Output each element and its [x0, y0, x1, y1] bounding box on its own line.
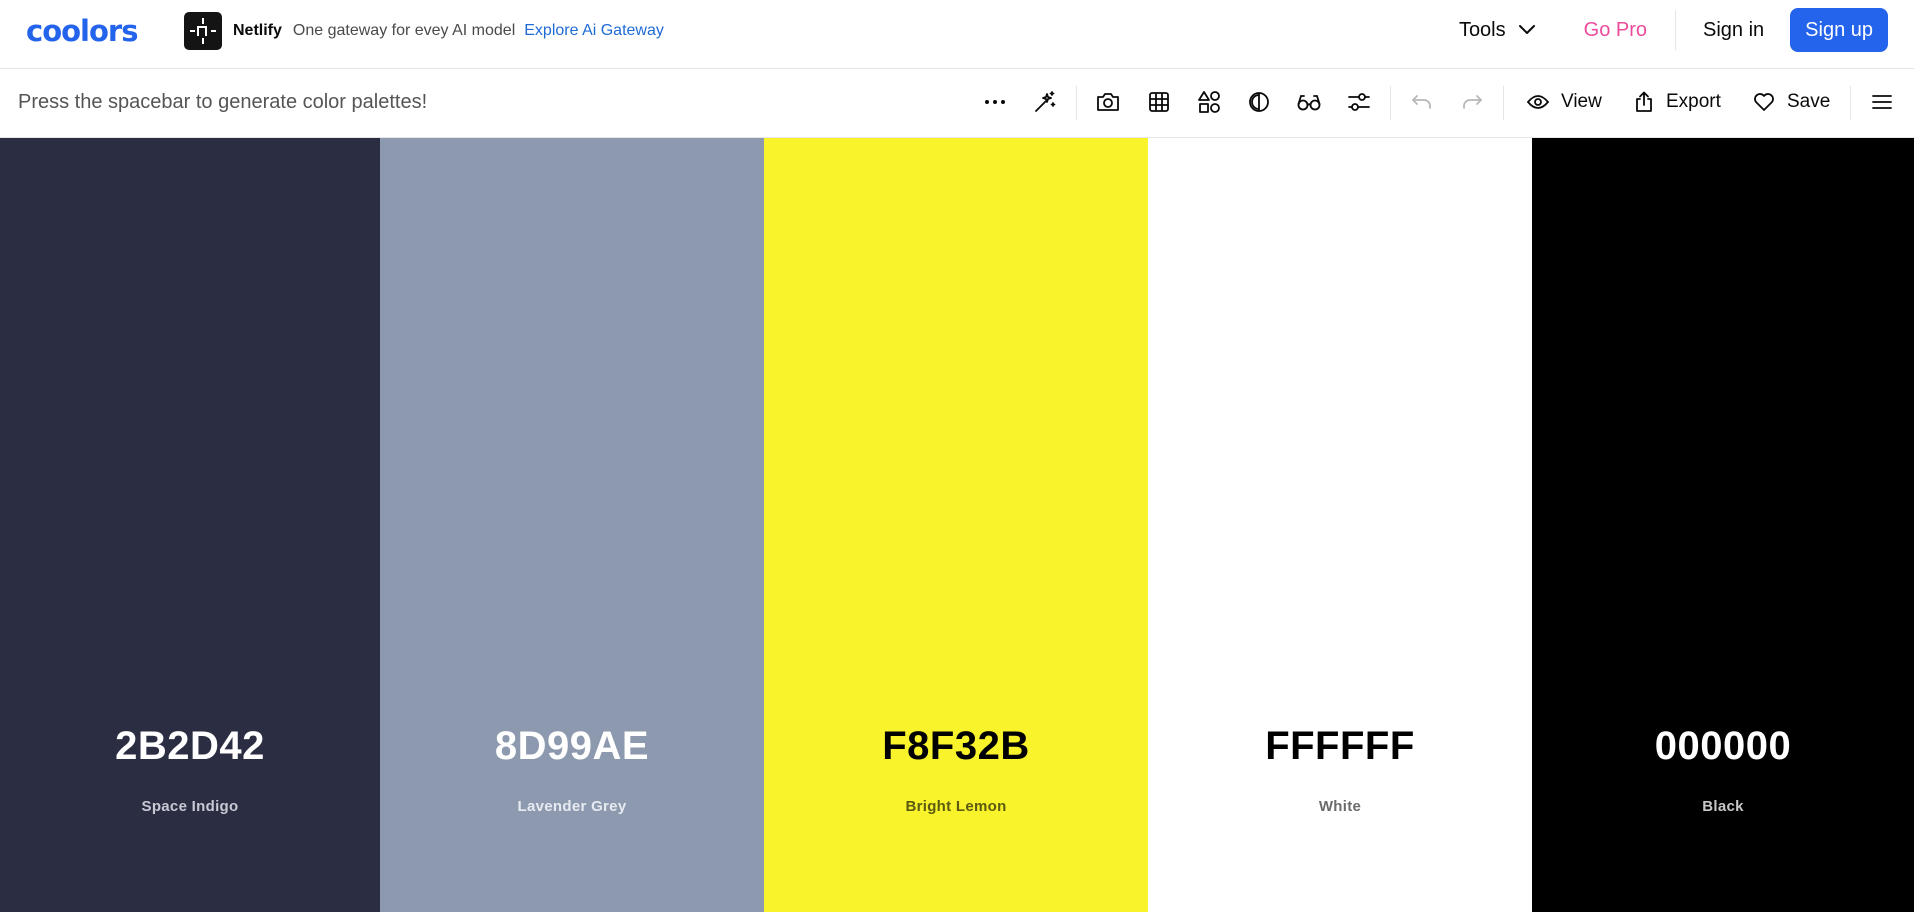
color-palette: 2B2D42 Space Indigo 8D99AE Lavender Grey… — [0, 138, 1914, 912]
tools-label: Tools — [1458, 18, 1506, 41]
sponsor-brand: Netlify — [233, 22, 282, 39]
color-swatch-4[interactable]: FFFFFF White — [1148, 138, 1532, 912]
magic-wand-icon[interactable] — [1027, 84, 1063, 120]
hex-code[interactable]: FFFFFF — [1148, 724, 1532, 769]
export-label: Export — [1666, 91, 1721, 112]
sponsor-link[interactable]: Explore Ai Gateway — [524, 22, 664, 40]
chevron-down-icon — [1518, 25, 1535, 34]
glasses-icon[interactable] — [1291, 84, 1327, 120]
sponsor-text: One gateway for evey AI model — [292, 22, 516, 39]
hamburger-icon[interactable] — [1864, 84, 1900, 120]
share-icon — [1636, 91, 1652, 112]
save-label: Save — [1787, 91, 1831, 112]
hex-code[interactable]: F8F32B — [764, 724, 1148, 769]
sponsor-banner: Netlify One gateway for evey AI model Ex… — [184, 12, 664, 50]
contrast-icon[interactable] — [1241, 84, 1277, 120]
eye-icon — [1527, 95, 1549, 109]
generator-toolbar: Press the spacebar to generate color pal… — [0, 69, 1914, 138]
color-swatch-1[interactable]: 2B2D42 Space Indigo — [0, 138, 380, 912]
go-pro-link[interactable]: Go Pro — [1584, 19, 1647, 42]
view-button[interactable]: View — [1527, 84, 1602, 120]
hex-code[interactable]: 000000 — [1532, 724, 1914, 769]
netlify-logo-icon — [184, 12, 222, 50]
save-button[interactable]: Save — [1753, 84, 1830, 120]
color-swatch-5[interactable]: 000000 Black — [1532, 138, 1914, 912]
toolbar-divider — [1076, 86, 1077, 120]
sign-in-link[interactable]: Sign in — [1703, 19, 1764, 42]
shapes-icon[interactable] — [1191, 84, 1227, 120]
top-navigation: coolors Netlify One gateway for evey AI … — [0, 0, 1914, 69]
toolbar-divider — [1850, 86, 1851, 120]
tools-menu-button[interactable]: Tools — [1459, 19, 1536, 42]
camera-icon[interactable] — [1090, 84, 1126, 120]
toolbar-divider — [1390, 86, 1391, 120]
color-name[interactable]: Bright Lemon — [764, 798, 1148, 815]
svg-text:coolors: coolors — [26, 14, 137, 48]
color-name[interactable]: Black — [1532, 798, 1914, 815]
nav-divider — [1675, 10, 1676, 50]
color-name[interactable]: White — [1148, 798, 1532, 815]
color-name[interactable]: Lavender Grey — [380, 798, 764, 815]
sign-up-button[interactable]: Sign up — [1790, 8, 1888, 52]
grid-icon[interactable] — [1141, 84, 1177, 120]
redo-icon[interactable] — [1454, 84, 1490, 120]
undo-icon[interactable] — [1404, 84, 1440, 120]
color-name[interactable]: Space Indigo — [0, 798, 380, 815]
color-swatch-3[interactable]: F8F32B Bright Lemon — [764, 138, 1148, 912]
toolbar-divider — [1503, 86, 1504, 120]
more-icon[interactable] — [977, 84, 1013, 120]
coolors-logo[interactable]: coolors — [26, 14, 150, 48]
export-button[interactable]: Export — [1634, 84, 1721, 120]
nav-actions: Tools Go Pro Sign in Sign up — [1459, 8, 1888, 52]
hex-code[interactable]: 2B2D42 — [0, 724, 380, 769]
view-label: View — [1561, 91, 1602, 112]
color-swatch-2[interactable]: 8D99AE Lavender Grey — [380, 138, 764, 912]
spacebar-hint: Press the spacebar to generate color pal… — [18, 91, 428, 113]
sliders-icon[interactable] — [1341, 84, 1377, 120]
hex-code[interactable]: 8D99AE — [380, 724, 764, 769]
heart-icon — [1754, 93, 1774, 111]
